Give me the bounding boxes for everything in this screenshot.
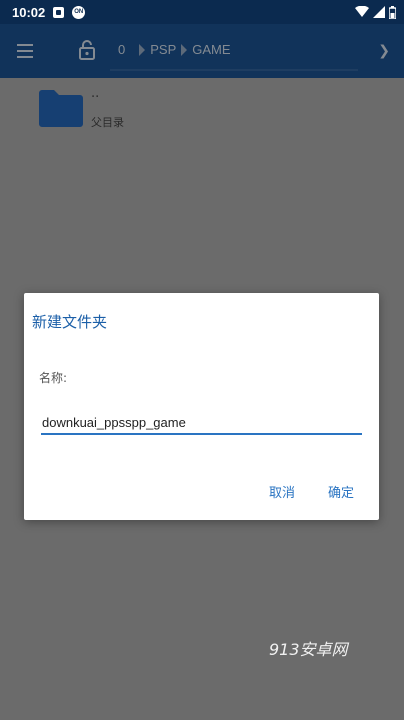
status-indicators [355, 0, 396, 24]
app-toolbar: 0 PSP GAME ❯ [0, 24, 404, 78]
battery-icon [389, 5, 396, 19]
status-time: 10:02 [12, 4, 46, 20]
on-badge-icon: ON [72, 5, 86, 19]
name-label: 名称: [39, 371, 68, 385]
status-bar: 10:02 ON [0, 0, 404, 24]
signal-icon [373, 6, 385, 18]
notification-icon [53, 6, 65, 18]
dialog-title: 新建文件夹 [32, 313, 108, 331]
watermark: 913安卓网 [269, 640, 348, 659]
list-item-name: .. [91, 86, 100, 101]
new-folder-dialog: 新建文件夹 名称: 取消 确定 [24, 293, 379, 520]
scrim-overlay [0, 24, 404, 78]
folder-name-input[interactable] [41, 411, 362, 435]
folder-icon [39, 90, 83, 127]
cancel-button[interactable]: 取消 [269, 482, 295, 501]
list-item[interactable]: .. 父目录 [0, 80, 404, 140]
ok-button[interactable]: 确定 [328, 482, 354, 501]
screen: 10:02 ON 0 PSP GAME ❯ .. 父目录 新建文件夹 名称: d… [0, 0, 404, 720]
wifi-icon [355, 6, 369, 17]
list-item-subtitle: 父目录 [91, 116, 124, 129]
